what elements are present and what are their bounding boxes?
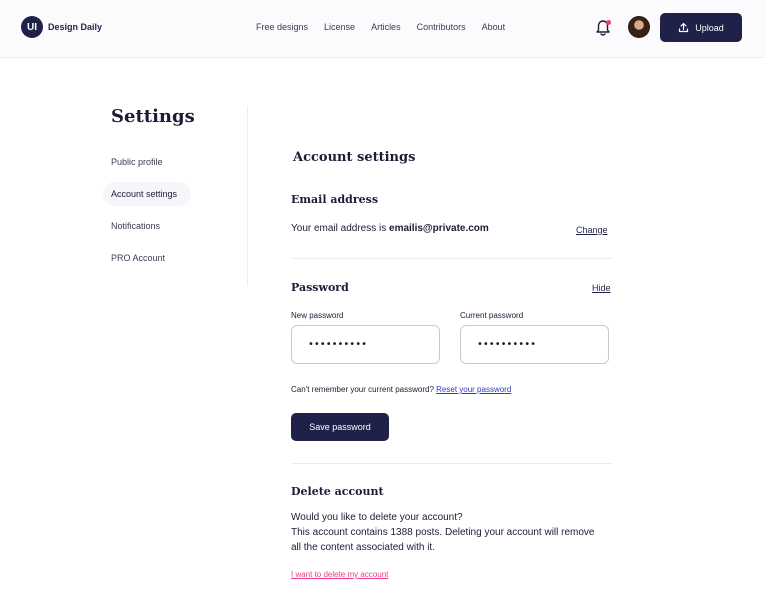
nav-contributors[interactable]: Contributors (417, 22, 466, 32)
sidebar-item-public-profile[interactable]: Public profile (103, 150, 233, 174)
save-password-button[interactable]: Save password (291, 413, 389, 441)
logo-badge: UI (21, 16, 43, 38)
email-heading: Email address (291, 193, 379, 206)
current-password-label: Current password (460, 311, 524, 320)
divider (291, 463, 612, 464)
email-address: emailis@private.com (389, 223, 489, 234)
new-password-input[interactable] (291, 325, 440, 364)
sidebar-divider (247, 106, 248, 286)
page-title: Settings (111, 106, 195, 127)
current-password-input[interactable] (460, 325, 609, 364)
upload-icon (679, 22, 689, 33)
logo-text: Design Daily (48, 22, 103, 32)
logo[interactable]: UI Design Daily (21, 16, 102, 38)
main-nav: Free designs License Articles Contributo… (256, 22, 521, 32)
password-hint: Can't remember your current password? Re… (291, 385, 511, 394)
nav-articles[interactable]: Articles (371, 22, 401, 32)
sidebar-item-pro-account[interactable]: PRO Account (103, 246, 233, 270)
top-header: UI Design Daily Free designs License Art… (0, 0, 766, 58)
hide-password-link[interactable]: Hide (592, 283, 611, 293)
reset-password-link[interactable]: Reset your password (436, 385, 511, 394)
sidebar-item-notifications[interactable]: Notifications (103, 214, 233, 238)
section-title: Account settings (293, 150, 416, 165)
nav-license[interactable]: License (324, 22, 355, 32)
change-email-link[interactable]: Change (576, 225, 608, 235)
delete-description: Would you like to delete your account? T… (291, 510, 601, 555)
new-password-label: New password (291, 311, 344, 320)
upload-button[interactable]: Upload (660, 13, 742, 42)
delete-account-link[interactable]: I want to delete my account (291, 570, 388, 579)
hint-text: Can't remember your current password? (291, 385, 437, 394)
nav-free-designs[interactable]: Free designs (256, 22, 308, 32)
email-text: Your email address is emailis@private.co… (291, 223, 489, 234)
password-heading: Password (291, 281, 349, 294)
email-prefix: Your email address is (291, 223, 390, 234)
delete-line-2: This account contains 1388 posts. Deleti… (291, 527, 595, 553)
settings-sidebar: Public profile Account settings Notifica… (103, 150, 233, 278)
divider (291, 258, 612, 259)
notification-dot (606, 20, 611, 25)
upload-label: Upload (695, 22, 724, 33)
sidebar-item-account-settings[interactable]: Account settings (103, 182, 191, 206)
delete-heading: Delete account (291, 485, 384, 498)
avatar[interactable] (628, 16, 650, 38)
nav-about[interactable]: About (482, 22, 506, 32)
delete-line-1: Would you like to delete your account? (291, 512, 463, 523)
